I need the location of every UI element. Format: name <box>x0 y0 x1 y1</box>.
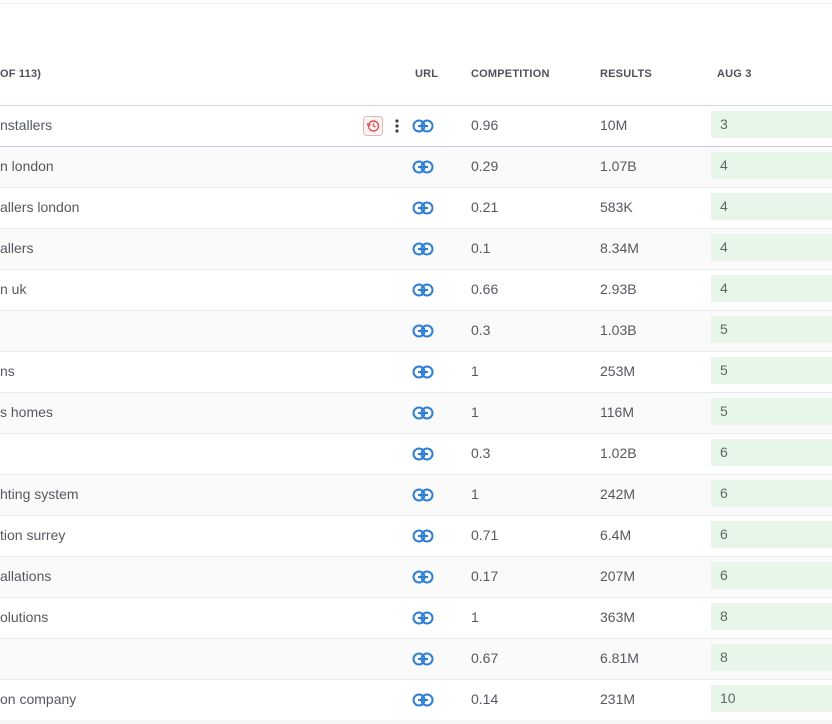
link-icon[interactable] <box>412 692 434 708</box>
results-cell: 8.34M <box>600 240 639 256</box>
results-cell: 253M <box>600 363 636 379</box>
table-row[interactable]: s homes 1 116M 5 <box>0 393 832 434</box>
rank-cell[interactable]: 8 <box>711 644 832 671</box>
results-cell: 1.02B <box>600 445 637 461</box>
rank-cell[interactable]: 4 <box>711 193 832 220</box>
url-column-header[interactable]: URL <box>415 68 438 80</box>
rank-cell[interactable]: 10 <box>711 685 832 712</box>
rank-cell[interactable]: 6 <box>711 439 832 466</box>
history-icon[interactable] <box>363 116 383 136</box>
competition-cell: 0.17 <box>471 568 499 584</box>
link-icon[interactable] <box>412 323 434 339</box>
results-cell: 6.81M <box>600 650 639 666</box>
table-row[interactable]: allers london 0.21 583K 4 <box>0 188 832 229</box>
rank-cell[interactable]: 6 <box>711 480 832 507</box>
competition-cell: 1 <box>471 609 479 625</box>
link-icon[interactable] <box>412 528 434 544</box>
table-row[interactable]: olutions 1 363M 8 <box>0 598 832 639</box>
bottom-border <box>0 720 832 724</box>
rank-cell[interactable]: 5 <box>711 316 832 343</box>
table-row[interactable]: nstallers 0.96 10M 3 <box>0 105 832 147</box>
competition-cell: 1 <box>471 404 479 420</box>
competition-cell: 0.14 <box>471 691 499 707</box>
competition-cell: 1 <box>471 363 479 379</box>
rank-cell[interactable]: 3 <box>711 111 832 138</box>
link-icon[interactable] <box>412 241 434 257</box>
keyword-cell[interactable]: on company <box>0 691 76 707</box>
rank-cell[interactable]: 8 <box>711 603 832 630</box>
rank-cell[interactable]: 6 <box>711 521 832 548</box>
keyword-cell[interactable]: allers <box>0 240 33 256</box>
results-cell: 363M <box>600 609 636 625</box>
results-column-header[interactable]: RESULTS <box>600 68 652 80</box>
table-row[interactable]: n uk 0.66 2.93B 4 <box>0 270 832 311</box>
competition-cell: 0.71 <box>471 527 499 543</box>
date-column-header[interactable]: AUG 3 <box>717 68 752 80</box>
results-cell: 1.03B <box>600 322 637 338</box>
top-border <box>0 0 832 4</box>
link-icon[interactable] <box>412 446 434 462</box>
keyword-cell[interactable]: nstallers <box>0 117 52 133</box>
table-row[interactable]: allations 0.17 207M 6 <box>0 557 832 598</box>
table-row[interactable]: n london 0.29 1.07B 4 <box>0 147 832 188</box>
rank-cell[interactable]: 6 <box>711 562 832 589</box>
keyword-cell[interactable]: n london <box>0 158 54 174</box>
results-cell: 10M <box>600 117 628 133</box>
results-cell: 6.4M <box>600 527 632 543</box>
keyword-cell[interactable]: s homes <box>0 404 53 420</box>
keyword-column-header[interactable]: OF 113) <box>0 68 41 80</box>
keyword-cell[interactable]: allers london <box>0 199 79 215</box>
competition-cell: 0.3 <box>471 322 491 338</box>
competition-cell: 0.21 <box>471 199 499 215</box>
table-row[interactable]: 0.3 1.03B 5 <box>0 311 832 352</box>
competition-column-header[interactable]: COMPETITION <box>471 68 550 80</box>
link-icon[interactable] <box>412 364 434 380</box>
results-cell: 242M <box>600 486 636 502</box>
results-cell: 207M <box>600 568 636 584</box>
table-body: nstallers 0.96 10M 3 n london 0.29 1.07B 4 aller… <box>0 105 832 721</box>
table-row[interactable]: ns 1 253M 5 <box>0 352 832 393</box>
keyword-cell[interactable]: hting system <box>0 486 79 502</box>
link-icon[interactable] <box>412 282 434 298</box>
more-vertical-icon[interactable] <box>391 117 403 135</box>
competition-cell: 1 <box>471 486 479 502</box>
competition-cell: 0.29 <box>471 158 499 174</box>
keyword-cell[interactable]: olutions <box>0 609 48 625</box>
link-icon[interactable] <box>412 569 434 585</box>
table-row[interactable]: allers 0.1 8.34M 4 <box>0 229 832 270</box>
link-icon[interactable] <box>412 487 434 503</box>
rank-cell[interactable]: 4 <box>711 234 832 261</box>
link-icon[interactable] <box>412 159 434 175</box>
table-row[interactable]: tion surrey 0.71 6.4M 6 <box>0 516 832 557</box>
table-header: OF 113) URL COMPETITION RESULTS AUG 3 <box>0 55 832 106</box>
table-row[interactable]: 0.67 6.81M 8 <box>0 639 832 680</box>
competition-cell: 0.66 <box>471 281 499 297</box>
results-cell: 2.93B <box>600 281 637 297</box>
results-cell: 231M <box>600 691 636 707</box>
link-icon[interactable] <box>412 651 434 667</box>
rank-cell[interactable]: 5 <box>711 357 832 384</box>
competition-cell: 0.67 <box>471 650 499 666</box>
table-row[interactable]: on company 0.14 231M 10 <box>0 680 832 721</box>
table-row[interactable]: 0.3 1.02B 6 <box>0 434 832 475</box>
keyword-cell[interactable]: n uk <box>0 281 26 297</box>
competition-cell: 0.3 <box>471 445 491 461</box>
table-row[interactable]: hting system 1 242M 6 <box>0 475 832 516</box>
rank-cell[interactable]: 4 <box>711 275 832 302</box>
link-icon[interactable] <box>412 405 434 421</box>
rank-cell[interactable]: 4 <box>711 152 832 179</box>
link-icon[interactable] <box>412 118 434 134</box>
keyword-cell[interactable]: allations <box>0 568 51 584</box>
link-icon[interactable] <box>412 610 434 626</box>
keyword-cell[interactable]: ns <box>0 363 15 379</box>
competition-cell: 0.96 <box>471 117 499 133</box>
results-cell: 116M <box>600 404 634 420</box>
keyword-cell[interactable]: tion surrey <box>0 527 65 543</box>
results-cell: 1.07B <box>600 158 637 174</box>
competition-cell: 0.1 <box>471 240 491 256</box>
rank-cell[interactable]: 5 <box>711 398 832 425</box>
results-cell: 583K <box>600 199 633 215</box>
link-icon[interactable] <box>412 200 434 216</box>
